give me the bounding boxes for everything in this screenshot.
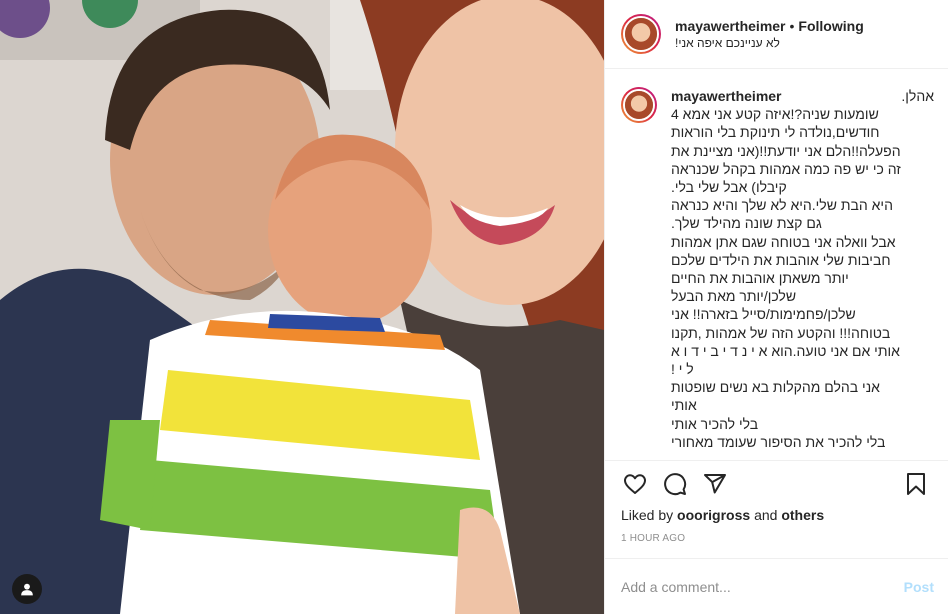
caption-line: שלכן/יותר מאת הבעל [671, 288, 797, 305]
caption-line: קיבלו) אבל שלי בלי. [671, 179, 787, 196]
comment-button[interactable] [655, 464, 695, 504]
caption-line: בטוחה!!! והקטע הזה של אמהות ,תקנו [671, 324, 891, 341]
caption-line: בלי להכיר אותי [671, 415, 759, 432]
likes-connector: and [754, 507, 778, 523]
bookmark-icon [907, 473, 925, 495]
user-icon [21, 583, 33, 596]
caption-line: ל י ! [671, 361, 694, 378]
liker-username[interactable]: ooorigross [677, 507, 750, 523]
post-header: mayawertheimer • Following לא עניינכם אי… [605, 0, 948, 69]
caption-line: היא הבת שלי.היא לא שלך והיא כנראה [671, 197, 893, 214]
following-button[interactable]: Following [798, 18, 863, 34]
paper-plane-icon [704, 474, 726, 494]
caption-scroll-area[interactable]: mayawertheimer אהלן. שומעות שניה?!איזה ק… [605, 69, 948, 461]
post-comment-button[interactable]: Post [904, 579, 934, 595]
caption: mayawertheimer אהלן. שומעות שניה?!איזה ק… [671, 87, 934, 460]
tagged-users-button[interactable] [12, 574, 42, 604]
caption-line: אהלן. [901, 88, 934, 104]
caption-line: שלכן/פחמימות/סייל בזארה!! אני [671, 306, 856, 323]
caption-line: הפעלה!!הלם אני יודעת!!(אני מציינת את [671, 142, 901, 159]
instagram-post: mayawertheimer • Following לא עניינכם אי… [0, 0, 948, 614]
share-button[interactable] [695, 464, 735, 504]
caption-line: אני בהלם מהקלות בא נשים שופטות [671, 379, 880, 396]
author-username[interactable]: mayawertheimer [675, 18, 786, 34]
comment-bar: Post [605, 558, 948, 614]
author-avatar[interactable] [621, 14, 661, 54]
header-separator: • [789, 18, 795, 34]
caption-line: חודשים,נולדה לי תינוקת בלי הוראות [671, 124, 880, 141]
save-button[interactable] [896, 464, 936, 504]
comment-input[interactable] [621, 578, 904, 595]
caption-line: אותי אם אני טועה.הוא א י נ ד י ב י ד ו א [671, 342, 900, 359]
like-button[interactable] [615, 464, 655, 504]
action-bar [605, 461, 948, 507]
caption-line: שומעות שניה?!איזה קטע אני אמא 4 [671, 106, 879, 123]
post-photo[interactable] [0, 0, 604, 614]
heart-icon [624, 474, 646, 494]
caption-line: יותר משאתן אוהבות את החיים [671, 270, 849, 287]
comment-icon [664, 473, 687, 496]
caption-username[interactable]: mayawertheimer [671, 87, 782, 105]
caption-line: בלי להכיר את הסיפור שעומד מאחורי [671, 433, 886, 450]
likes-prefix: Liked by [621, 507, 674, 523]
caption-line: אותי [671, 397, 697, 414]
post-location[interactable]: לא עניינכם איפה אני! [675, 36, 864, 50]
likes-others-link[interactable]: others [781, 507, 824, 523]
caption-line: זה כי יש פה כמה אמהות בקהל שכנראה [671, 160, 901, 177]
caption-line: גם קצת שונה מהילד שלך. [671, 215, 822, 232]
caption-line: חביבות שלי אוהבות את הילדים שלכם [671, 251, 891, 268]
post-timestamp[interactable]: 1 HOUR AGO [605, 533, 948, 547]
photo-illustration [0, 0, 604, 614]
post-side-panel: mayawertheimer • Following לא עניינכם אי… [604, 0, 948, 614]
caption-line: אבל וואלה אני בטוחה שגם אתן אמהות [671, 233, 896, 250]
caption-author-avatar[interactable] [621, 87, 657, 123]
likes-summary: Liked by ooorigross and others [605, 507, 948, 527]
